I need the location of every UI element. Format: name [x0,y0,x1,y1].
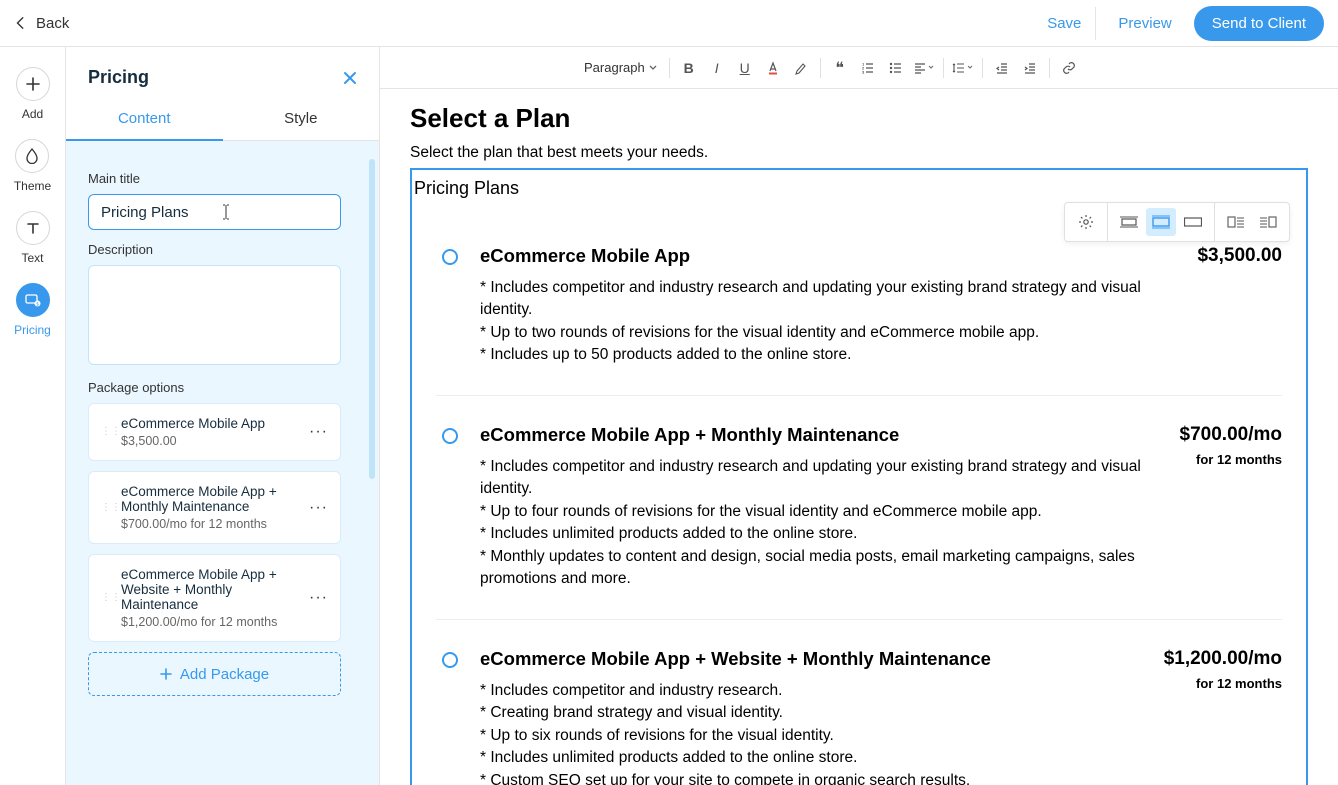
block-settings-button[interactable] [1071,208,1101,236]
plan-row: eCommerce Mobile App + Monthly Maintenan… [436,396,1282,620]
indent-button[interactable] [1017,55,1043,81]
package-more-button[interactable]: ··· [309,423,328,441]
send-to-client-button[interactable]: Send to Client [1194,6,1324,41]
plan-bullets: * Includes competitor and industry resea… [480,680,1152,785]
ordered-list-button[interactable]: 123 [855,55,881,81]
packages-label: Package options [88,380,365,395]
svg-text:3: 3 [862,69,865,74]
save-button[interactable]: Save [1033,7,1096,40]
back-label: Back [36,15,69,32]
drag-handle-icon[interactable]: ⋮⋮ [101,506,111,510]
rail-label: Add [22,107,43,121]
quote-button[interactable]: ❝ [827,55,853,81]
rail-item-add[interactable]: Add [16,67,50,121]
text-icon [16,211,50,245]
plan-price: $3,500.00 [1152,245,1282,267]
plan-bullets: * Includes competitor and industry resea… [480,277,1152,367]
plan-name: eCommerce Mobile App [480,245,1152,267]
package-card[interactable]: ⋮⋮ eCommerce Mobile App $3,500.00 ··· [88,403,341,461]
panel-scrollbar[interactable] [369,159,375,479]
add-package-label: Add Package [180,666,269,683]
plan-radio[interactable] [442,428,458,444]
link-button[interactable] [1056,55,1082,81]
plan-radio[interactable] [442,249,458,265]
drag-handle-icon[interactable]: ⋮⋮ [101,596,111,600]
italic-button[interactable]: I [704,55,730,81]
main-title-input[interactable] [88,194,341,230]
layout-option-1[interactable] [1114,208,1144,236]
package-price: $700.00/mo for 12 months [121,517,299,531]
package-card[interactable]: ⋮⋮ eCommerce Mobile App + Website + Mont… [88,554,341,642]
package-more-button[interactable]: ··· [309,499,328,517]
align-button[interactable] [911,55,937,81]
drag-handle-icon[interactable]: ⋮⋮ [101,430,111,434]
highlight-button[interactable] [788,55,814,81]
plus-icon [160,668,172,680]
layout-option-5[interactable] [1253,208,1283,236]
plan-radio[interactable] [442,652,458,668]
rail-item-theme[interactable]: Theme [14,139,51,193]
droplet-icon [15,139,49,173]
layout-option-3[interactable] [1178,208,1208,236]
package-card[interactable]: ⋮⋮ eCommerce Mobile App + Monthly Mainte… [88,471,341,544]
add-package-button[interactable]: Add Package [88,652,341,696]
plan-name: eCommerce Mobile App + Website + Monthly… [480,648,1152,670]
unordered-list-button[interactable] [883,55,909,81]
rail-label: Pricing [14,323,51,337]
description-label: Description [88,242,365,257]
editor-canvas: Paragraph B I U ❝ 123 [380,47,1338,785]
layout-option-4[interactable] [1221,208,1251,236]
package-name: eCommerce Mobile App + Monthly Maintenan… [121,484,299,514]
outdent-button[interactable] [989,55,1015,81]
bold-button[interactable]: B [676,55,702,81]
document-heading: Select a Plan [410,103,1308,134]
gear-icon [1078,214,1094,230]
rail-item-pricing[interactable]: $ Pricing [14,283,51,337]
close-icon [343,71,357,85]
plan-term: for 12 months [1152,676,1282,691]
topbar: Back Save Preview Send to Client [0,0,1338,47]
left-rail: Add Theme Text $ Pricing [0,47,66,785]
rail-label: Theme [14,179,51,193]
tab-style[interactable]: Style [223,98,380,141]
panel-close-button[interactable] [343,71,357,85]
description-input[interactable] [88,265,341,365]
panel-title: Pricing [88,67,149,88]
plan-price: $1,200.00/mo [1152,648,1282,670]
main-title-label: Main title [88,171,365,186]
plan-name: eCommerce Mobile App + Monthly Maintenan… [480,424,1152,446]
block-layout-toolbar [1064,202,1290,242]
package-price: $1,200.00/mo for 12 months [121,615,299,629]
rail-label: Text [21,251,43,265]
document-surface[interactable]: Select a Plan Select the plan that best … [380,89,1338,785]
package-name: eCommerce Mobile App + Website + Monthly… [121,567,299,612]
side-panel: Pricing Content Style Main title Descrip… [66,47,380,785]
plan-price: $700.00/mo [1152,424,1282,446]
arrow-left-icon [14,16,28,30]
document-subheading: Select the plan that best meets your nee… [410,144,1308,162]
package-more-button[interactable]: ··· [309,589,328,607]
line-spacing-button[interactable] [950,55,976,81]
paragraph-style-select[interactable]: Paragraph [578,60,663,75]
package-name: eCommerce Mobile App [121,416,299,431]
pricing-icon: $ [16,283,50,317]
pricing-block[interactable]: Pricing Plans eCommerce Mobile App * Inc… [410,168,1308,785]
plan-term: for 12 months [1152,452,1282,467]
text-color-button[interactable] [760,55,786,81]
rail-item-text[interactable]: Text [16,211,50,265]
package-price: $3,500.00 [121,434,299,448]
chevron-down-icon [649,64,657,72]
underline-button[interactable]: U [732,55,758,81]
preview-button[interactable]: Preview [1104,7,1185,40]
layout-option-2[interactable] [1146,208,1176,236]
plan-row: eCommerce Mobile App * Includes competit… [436,217,1282,396]
plus-icon [16,67,50,101]
tab-content[interactable]: Content [66,98,223,141]
plan-bullets: * Includes competitor and industry resea… [480,456,1152,591]
back-button[interactable]: Back [14,15,69,32]
plan-row: eCommerce Mobile App + Website + Monthly… [436,620,1282,785]
rich-text-toolbar: Paragraph B I U ❝ 123 [380,47,1338,89]
